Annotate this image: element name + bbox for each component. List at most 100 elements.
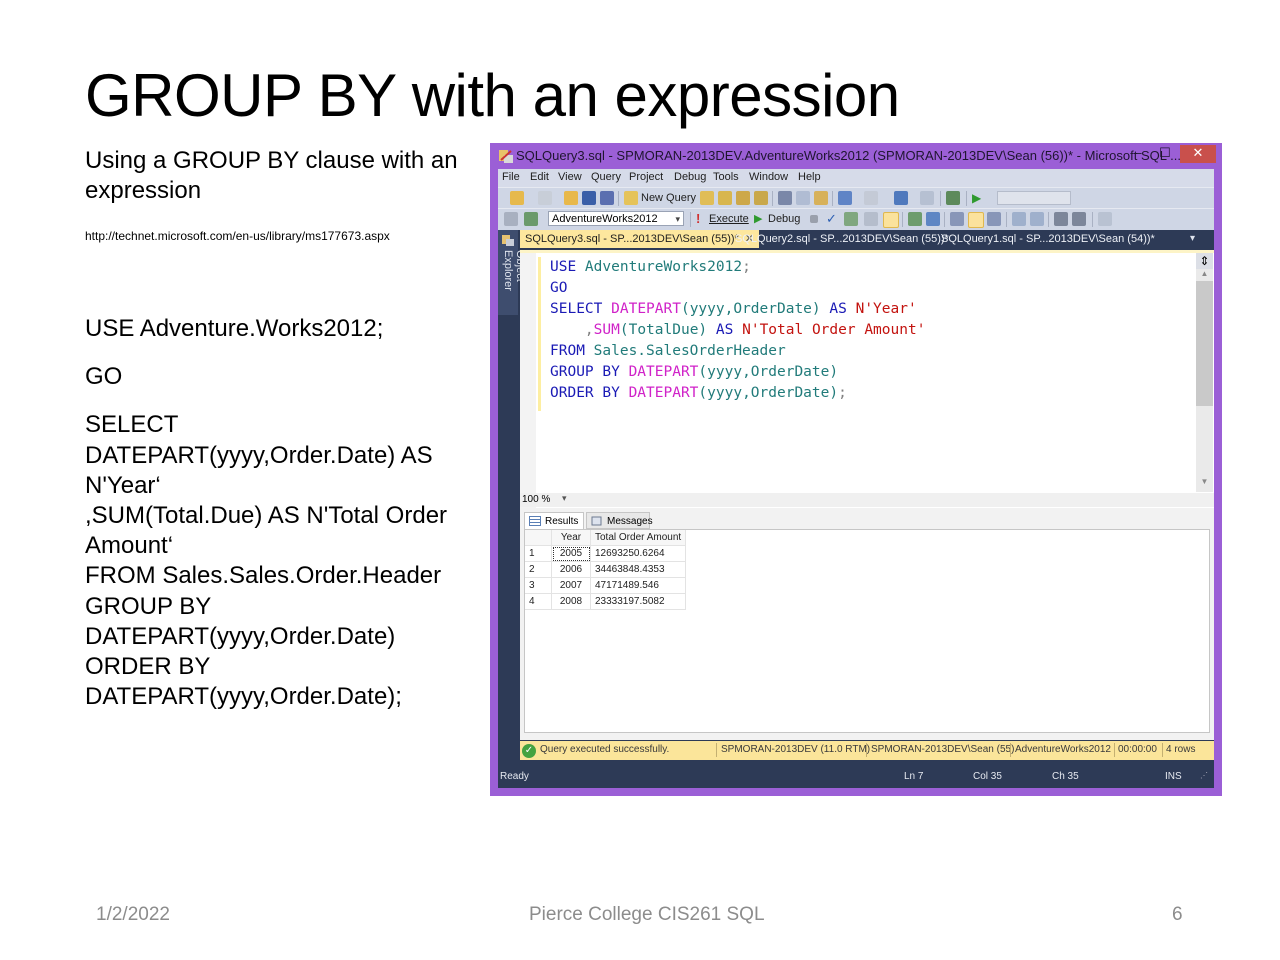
execute-icon: ! (696, 211, 701, 226)
cell-total[interactable]: 47171489.546 (590, 577, 687, 594)
decrease-indent-icon[interactable] (1054, 212, 1068, 226)
menu-help[interactable]: Help (798, 171, 821, 183)
new-query-icon[interactable] (624, 191, 638, 205)
column-header-year[interactable]: Year (551, 530, 591, 546)
tab-overflow-icon[interactable]: ▾ (1190, 233, 1195, 244)
solution-config-combo[interactable] (997, 191, 1071, 205)
code-use: USE Adventure.Works2012; (85, 315, 384, 342)
menu-query[interactable]: Query (591, 171, 621, 183)
scroll-down-icon[interactable]: ▼ (1196, 477, 1213, 489)
object-explorer-icon (502, 235, 514, 246)
object-explorer-tab[interactable]: Object Explorer (498, 230, 526, 315)
tab-messages[interactable]: Messages (586, 512, 653, 529)
parse-icon[interactable]: ✓ (826, 212, 840, 226)
add-item-icon[interactable] (538, 191, 552, 205)
cell-total[interactable]: 34463848.4353 (590, 561, 687, 578)
results-to-file-icon[interactable] (987, 212, 1001, 226)
debug-button[interactable]: Debug (768, 213, 800, 225)
results-grid[interactable]: Year Total Order Amount 1 2005 12693250.… (524, 529, 1210, 733)
change-connection-icon[interactable] (524, 212, 538, 226)
menu-file[interactable]: File (502, 171, 520, 183)
database-select[interactable]: AdventureWorks2012 ▾ (548, 211, 684, 226)
tab-sqlquery3[interactable]: SQLQuery3.sql - SP...2013DEV\Sean (55))*… (520, 230, 760, 248)
cancel-query-icon[interactable] (810, 215, 818, 223)
undo-icon[interactable] (838, 191, 852, 205)
cut-icon[interactable] (778, 191, 792, 205)
cell-total[interactable]: 23333197.5082 (590, 593, 687, 610)
mdx-query-icon[interactable] (718, 191, 732, 205)
navigate-forward-icon[interactable] (920, 191, 934, 205)
maximize-button[interactable]: ☐ (1153, 145, 1177, 163)
activity-monitor-icon[interactable] (946, 191, 960, 205)
connect-icon[interactable] (504, 212, 518, 226)
results-to-text-icon-2[interactable] (950, 212, 964, 226)
query-editor[interactable]: USE AdventureWorks2012; GO SELECT DATEPART… (520, 250, 1214, 508)
results-to-text-icon[interactable] (883, 212, 899, 228)
menu-window[interactable]: Window (749, 171, 788, 183)
include-actual-plan-icon[interactable] (908, 212, 922, 226)
row-number: 4 (525, 593, 552, 610)
reference-link[interactable]: http://technet.microsoft.com/en-us/libra… (85, 228, 485, 244)
uncomment-icon[interactable] (1030, 212, 1044, 226)
redo-icon[interactable] (864, 191, 878, 205)
database-engine-query-icon[interactable] (700, 191, 714, 205)
tab-sqlquery2[interactable]: SQLQuery2.sql - SP...2013DEV\Sean (55))* (730, 230, 954, 248)
cell-total[interactable]: 12693250.6264 (590, 545, 687, 562)
column-header-rownum (525, 530, 552, 546)
code-line: SELECT (85, 411, 179, 439)
query-designer-icon[interactable] (864, 212, 878, 226)
live-statistics-icon[interactable] (926, 212, 940, 226)
scroll-up-icon[interactable]: ▲ (1196, 269, 1213, 281)
ssms-client: File Edit View Query Project Debug Tools… (498, 169, 1214, 788)
toolbar-separator (832, 191, 833, 206)
query-status-server: SPMORAN-2013DEV (11.0 RTM) (721, 744, 871, 755)
zoom-level[interactable]: 100 % (522, 494, 550, 505)
execute-button[interactable]: Execute (709, 213, 749, 225)
table-row[interactable]: 2 2006 34463848.4353 (525, 561, 687, 578)
save-all-icon[interactable] (600, 191, 614, 205)
tab-sqlquery1[interactable]: SQLQuery1.sql - SP...2013DEV\Sean (54))* (936, 230, 1160, 248)
new-project-icon[interactable] (510, 191, 524, 205)
cell-year[interactable]: 2006 (551, 561, 591, 578)
comment-out-icon[interactable] (1012, 212, 1026, 226)
editor-vertical-scrollbar[interactable]: ⇕ ▲ ▼ (1196, 253, 1213, 492)
code-line: DATEPART(yyyy,Order.Date) (85, 622, 396, 650)
start-icon[interactable]: ▶ (972, 191, 986, 205)
resize-grip-icon[interactable]: ⋰ (1200, 771, 1210, 781)
display-estimated-plan-icon[interactable] (844, 212, 858, 226)
menu-tools[interactable]: Tools (713, 171, 739, 183)
table-row[interactable]: 4 2008 23333197.5082 (525, 593, 687, 610)
chevron-down-icon[interactable]: ▾ (562, 493, 567, 504)
tab-label: SQLQuery2.sql - SP...2013DEV\Sean (55))* (735, 233, 949, 245)
specify-template-values-icon[interactable] (1098, 212, 1112, 226)
save-icon[interactable] (582, 191, 596, 205)
scrollbar-thumb[interactable] (1196, 281, 1213, 406)
new-query-button[interactable]: New Query (641, 192, 696, 204)
toolbar-separator (1092, 212, 1093, 227)
cell-year[interactable]: 2008 (551, 593, 591, 610)
table-row[interactable]: 3 2007 47171489.546 (525, 577, 687, 594)
menu-project[interactable]: Project (629, 171, 663, 183)
toolbar-separator (966, 191, 967, 206)
close-button[interactable]: ✕ (1180, 145, 1216, 163)
open-file-icon[interactable] (564, 191, 578, 205)
menu-view[interactable]: View (558, 171, 582, 183)
split-window-icon[interactable]: ⇕ (1196, 253, 1213, 269)
cell-year[interactable]: 2007 (551, 577, 591, 594)
status-char: Ch 35 (1052, 771, 1079, 782)
navigate-backward-icon[interactable] (894, 191, 908, 205)
table-row[interactable]: 1 2005 12693250.6264 (525, 545, 687, 562)
tab-results[interactable]: Results (524, 512, 584, 529)
footer-date: 1/2/2022 (96, 904, 170, 925)
cell-year[interactable]: 2005 (551, 545, 591, 562)
increase-indent-icon[interactable] (1072, 212, 1086, 226)
paste-icon[interactable] (814, 191, 828, 205)
dmx-query-icon[interactable] (736, 191, 750, 205)
menu-edit[interactable]: Edit (530, 171, 549, 183)
minimize-button[interactable]: – (1126, 145, 1150, 163)
menu-debug[interactable]: Debug (674, 171, 706, 183)
copy-icon[interactable] (796, 191, 810, 205)
xmla-query-icon[interactable] (754, 191, 768, 205)
results-to-grid-icon[interactable] (968, 212, 984, 228)
column-header-total[interactable]: Total Order Amount (590, 530, 687, 546)
